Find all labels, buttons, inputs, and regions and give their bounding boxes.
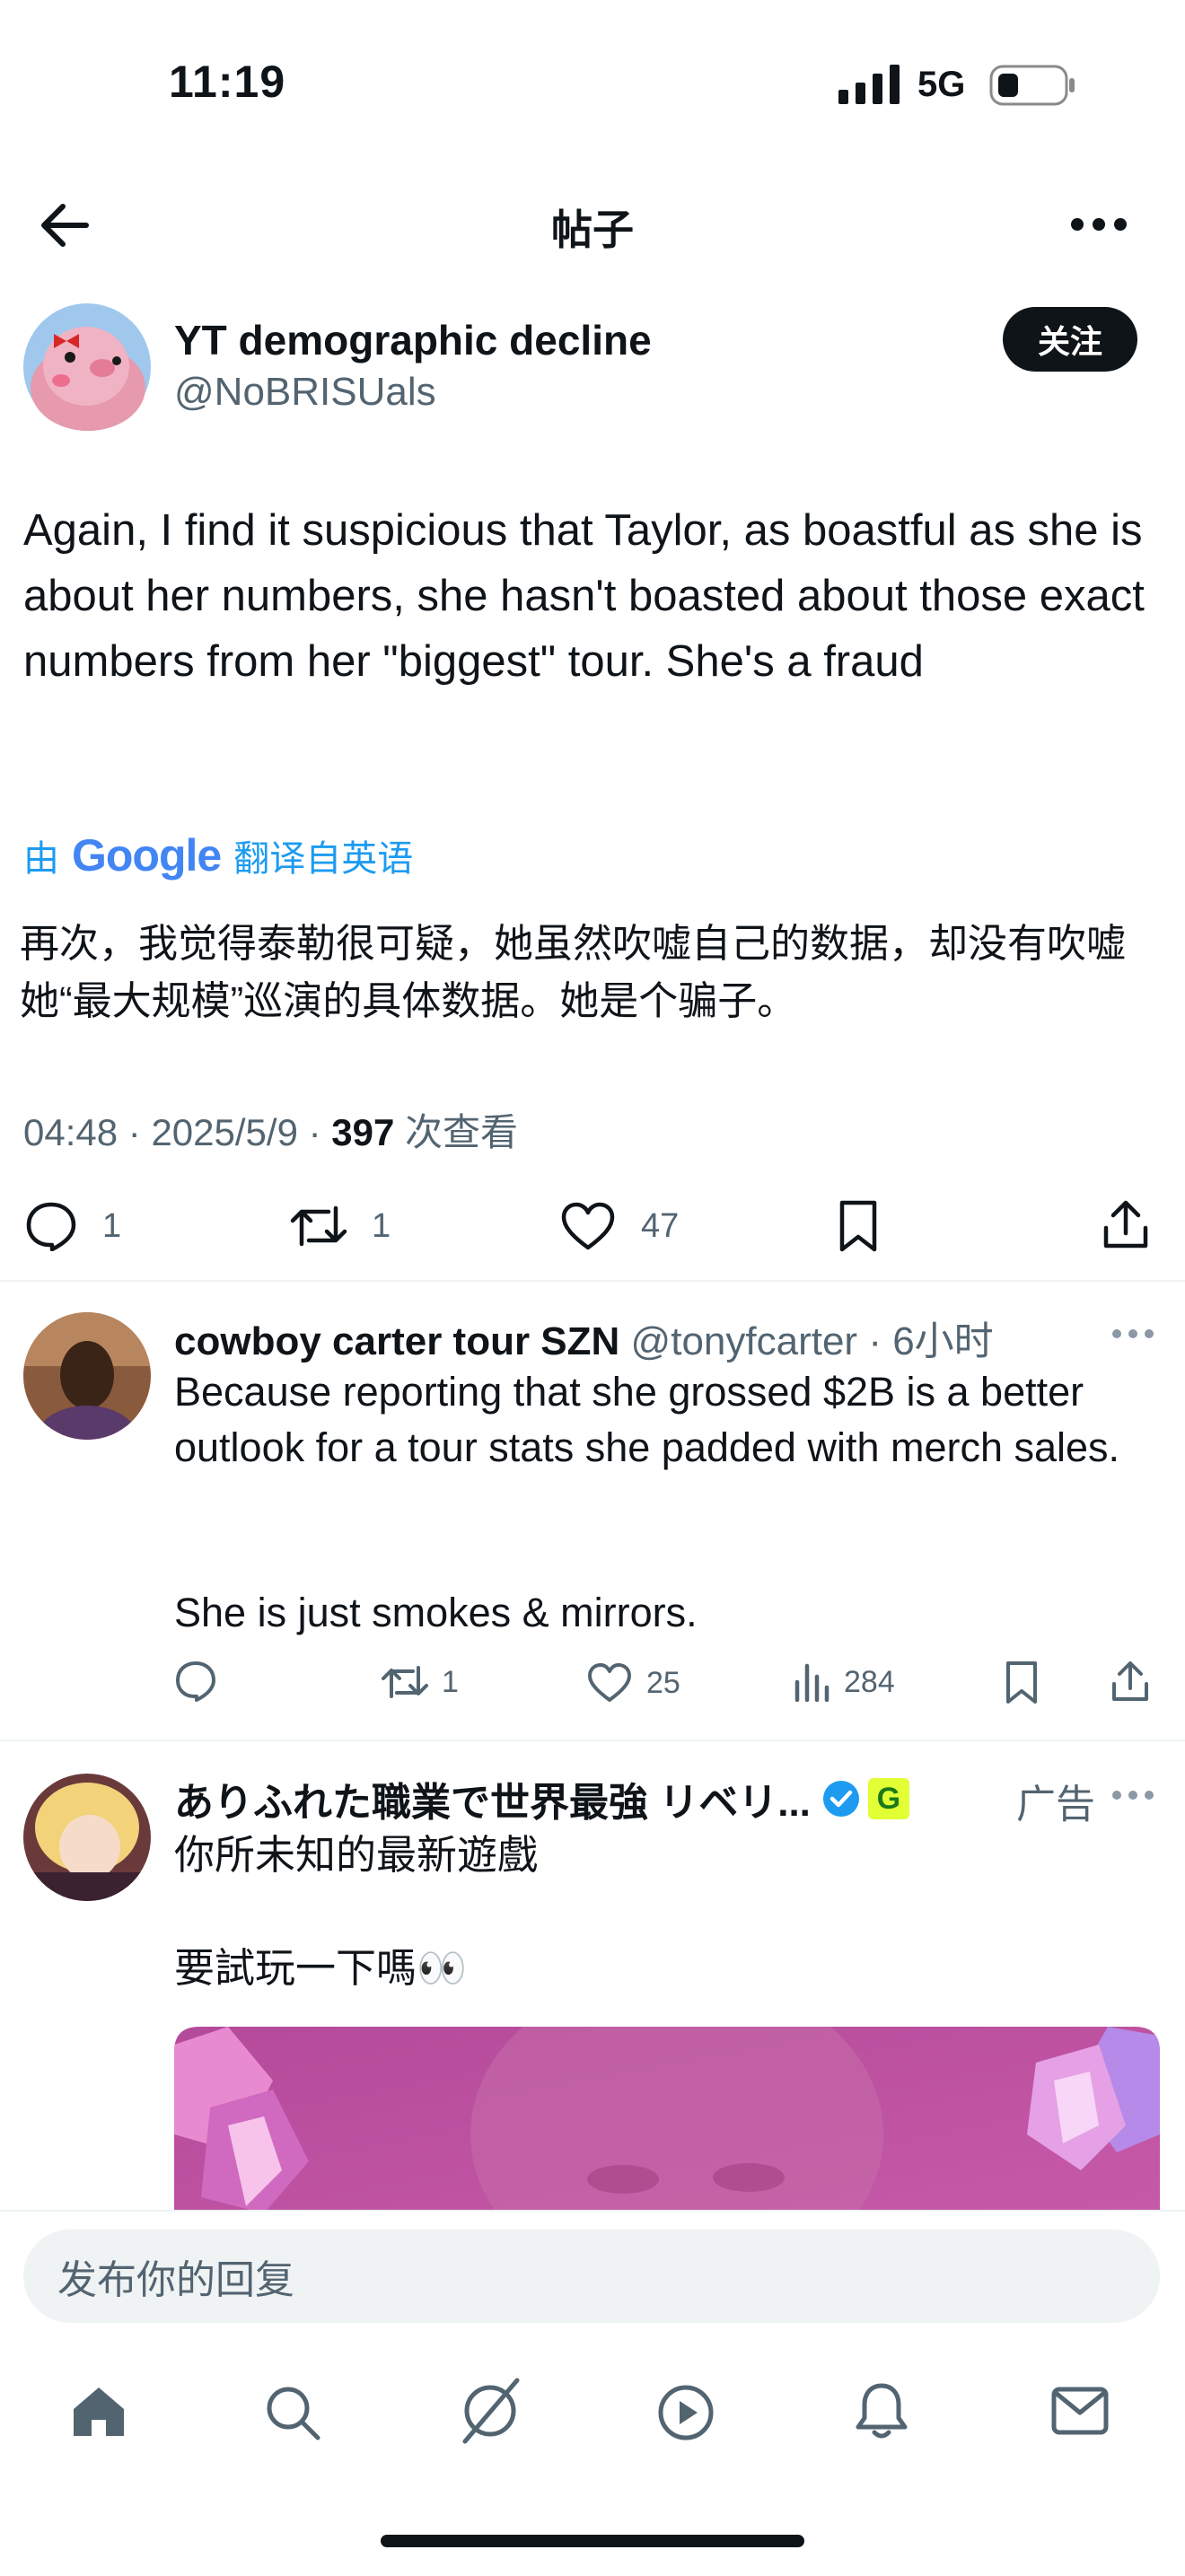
reply-header: cowboy carter tour SZN @tonyfcarter · 6小… xyxy=(174,1319,994,1363)
reply-views-button[interactable]: 284 xyxy=(794,1662,895,1702)
ad-author-name[interactable]: ありふれた職業で世界最強 リベリ... xyxy=(174,1770,811,1827)
post-text: Again, I find it suspicious that Taylor,… xyxy=(23,506,1145,686)
share-icon[interactable] xyxy=(1101,1197,1151,1251)
translated-by[interactable]: 由 Google 翻译自英语 xyxy=(23,829,413,881)
translate-prefix: 由 xyxy=(23,839,59,879)
author-handle[interactable]: @NoBRISUals xyxy=(174,370,436,415)
repost-icon xyxy=(290,1205,347,1247)
page-title: 帖子 xyxy=(551,206,634,253)
battery-icon xyxy=(989,65,1075,106)
views-label: 次查看 xyxy=(405,1111,519,1153)
translated-text: 再次，我觉得泰勒很可疑，她虽然吹嘘自己的数据，却没有吹嘘她“最大规模”巡演的具体… xyxy=(20,922,1126,1023)
author-name[interactable]: YT demographic decline xyxy=(174,316,652,364)
network-type: 5G xyxy=(917,65,966,104)
reply-handle[interactable]: @tonyfcarter xyxy=(631,1319,858,1363)
reply-bookmark-icon[interactable] xyxy=(1004,1660,1040,1705)
bookmark-icon[interactable] xyxy=(837,1199,880,1253)
ad-more-icon[interactable] xyxy=(1111,1790,1154,1801)
reply-time: 6小时 xyxy=(892,1319,994,1363)
repost-count: 1 xyxy=(372,1206,391,1245)
heart-icon xyxy=(561,1202,615,1250)
grok-icon[interactable] xyxy=(458,2377,522,2445)
google-logo: Google xyxy=(72,829,222,881)
follow-button[interactable]: 关注 xyxy=(1003,307,1137,372)
post-time: 04:48 xyxy=(23,1111,118,1153)
reply-avatar[interactable] xyxy=(23,1312,151,1440)
ad-image[interactable] xyxy=(174,2027,1160,2213)
ad-header: ありふれた職業で世界最強 リベリ... G xyxy=(174,1770,909,1827)
reply-count: 1 xyxy=(102,1206,122,1245)
messages-icon[interactable] xyxy=(1050,2386,1110,2436)
video-icon[interactable] xyxy=(657,2384,715,2441)
translate-suffix: 翻译自英语 xyxy=(233,839,414,879)
ad-label: 广告 xyxy=(1016,1783,1095,1827)
divider xyxy=(0,1280,1185,1282)
more-options-icon[interactable] xyxy=(1070,217,1128,232)
reply-button[interactable]: 1 xyxy=(25,1201,121,1251)
home-indicator xyxy=(381,2535,804,2547)
divider xyxy=(0,1739,1185,1741)
reply-author-name[interactable]: cowboy carter tour SZN xyxy=(174,1319,619,1363)
views-chart-icon xyxy=(794,1663,830,1702)
post-meta: 04:48 · 2025/5/9 · 397 次查看 xyxy=(23,1111,519,1153)
signal-icon xyxy=(838,65,900,104)
views-count: 397 xyxy=(331,1111,395,1153)
ad-avatar[interactable] xyxy=(23,1774,151,1901)
reply-repost-button[interactable]: 1 xyxy=(381,1662,459,1702)
reply-share-icon[interactable] xyxy=(1110,1659,1151,1704)
reply-composer-placeholder: 发布你的回复 xyxy=(57,2258,294,2302)
repost-button[interactable]: 1 xyxy=(289,1201,391,1251)
like-button[interactable]: 47 xyxy=(560,1201,679,1251)
reply-composer[interactable]: 发布你的回复 xyxy=(23,2230,1160,2323)
post-date: 2025/5/9 xyxy=(151,1111,298,1153)
ad-text-2: 要試玩一下嗎👀 xyxy=(174,1945,468,1991)
reply-more-icon[interactable] xyxy=(1111,1328,1154,1339)
google-logo-text: Google xyxy=(72,830,222,881)
search-icon[interactable] xyxy=(264,2384,321,2441)
repost-icon xyxy=(382,1666,428,1698)
heart-icon xyxy=(588,1663,631,1702)
avatar[interactable] xyxy=(23,303,151,431)
home-icon[interactable] xyxy=(70,2382,127,2440)
like-count: 47 xyxy=(641,1206,680,1245)
reply-views-count: 284 xyxy=(844,1664,895,1699)
affiliate-badge: G xyxy=(867,1778,909,1819)
reply-icon xyxy=(176,1661,215,1702)
reply-like-count: 25 xyxy=(646,1665,680,1700)
reply-text: Because reporting that she grossed $2B i… xyxy=(174,1369,1120,1470)
reply-repost-count: 1 xyxy=(442,1664,459,1699)
reply-icon xyxy=(26,1202,76,1251)
notifications-icon[interactable] xyxy=(855,2382,908,2441)
reply-like-button[interactable]: 25 xyxy=(587,1662,680,1704)
reply-reply-button[interactable] xyxy=(174,1660,217,1702)
ad-text: 你所未知的最新遊戲 xyxy=(174,1832,539,1878)
verified-badge-icon xyxy=(822,1781,859,1817)
status-time: 11:19 xyxy=(169,57,286,107)
reply-text-2: She is just smokes & mirrors. xyxy=(174,1590,698,1635)
